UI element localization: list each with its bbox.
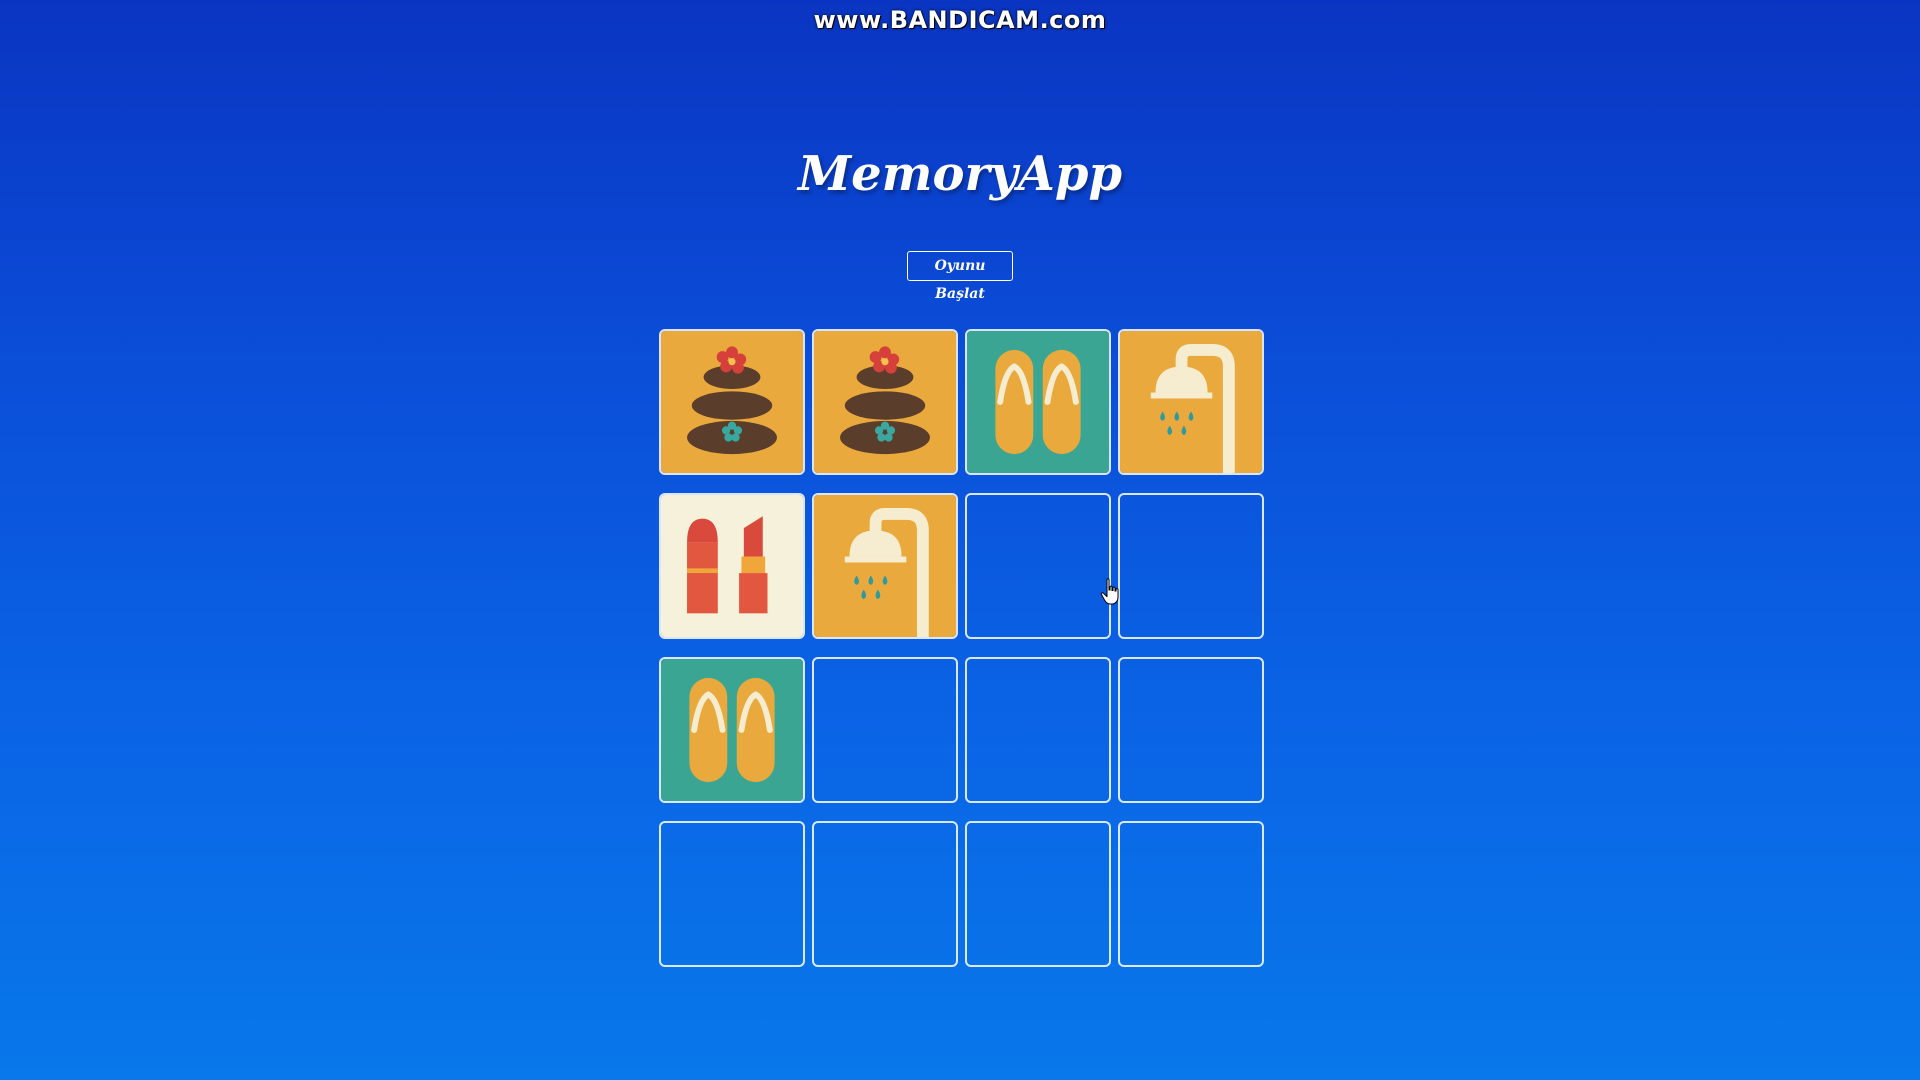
spa-stones-icon [661,331,803,473]
memory-card-face-down[interactable] [965,821,1111,967]
flip-flops-icon [967,331,1109,473]
page-title: MemoryApp [797,146,1123,202]
memory-card-face-up[interactable] [659,493,805,639]
lipstick-icon [661,495,803,637]
memory-card-face-up[interactable] [659,657,805,803]
memory-card-face-up[interactable] [812,329,958,475]
memory-card-face-down[interactable] [1118,493,1264,639]
memory-card-face-up[interactable] [1118,329,1264,475]
hand-cursor-icon [1100,578,1119,605]
bandicam-watermark: www.BANDICAM.com [813,6,1107,34]
memory-card-face-up[interactable] [965,329,1111,475]
spa-stones-icon [814,331,956,473]
memory-card-face-up[interactable] [812,493,958,639]
memory-card-face-down[interactable] [659,821,805,967]
memory-card-face-up[interactable] [659,329,805,475]
flip-flops-icon [661,659,803,801]
memory-card-face-down[interactable] [965,493,1111,639]
shower-icon [1120,331,1262,473]
memory-card-face-down[interactable] [965,657,1111,803]
memory-card-face-down[interactable] [1118,821,1264,967]
memory-card-face-down[interactable] [1118,657,1264,803]
card-grid [659,329,1264,967]
start-game-button[interactable]: Oyunu Başlat [907,251,1013,302]
memory-card-face-down[interactable] [812,821,958,967]
memory-card-face-down[interactable] [812,657,958,803]
shower-icon [814,495,956,637]
